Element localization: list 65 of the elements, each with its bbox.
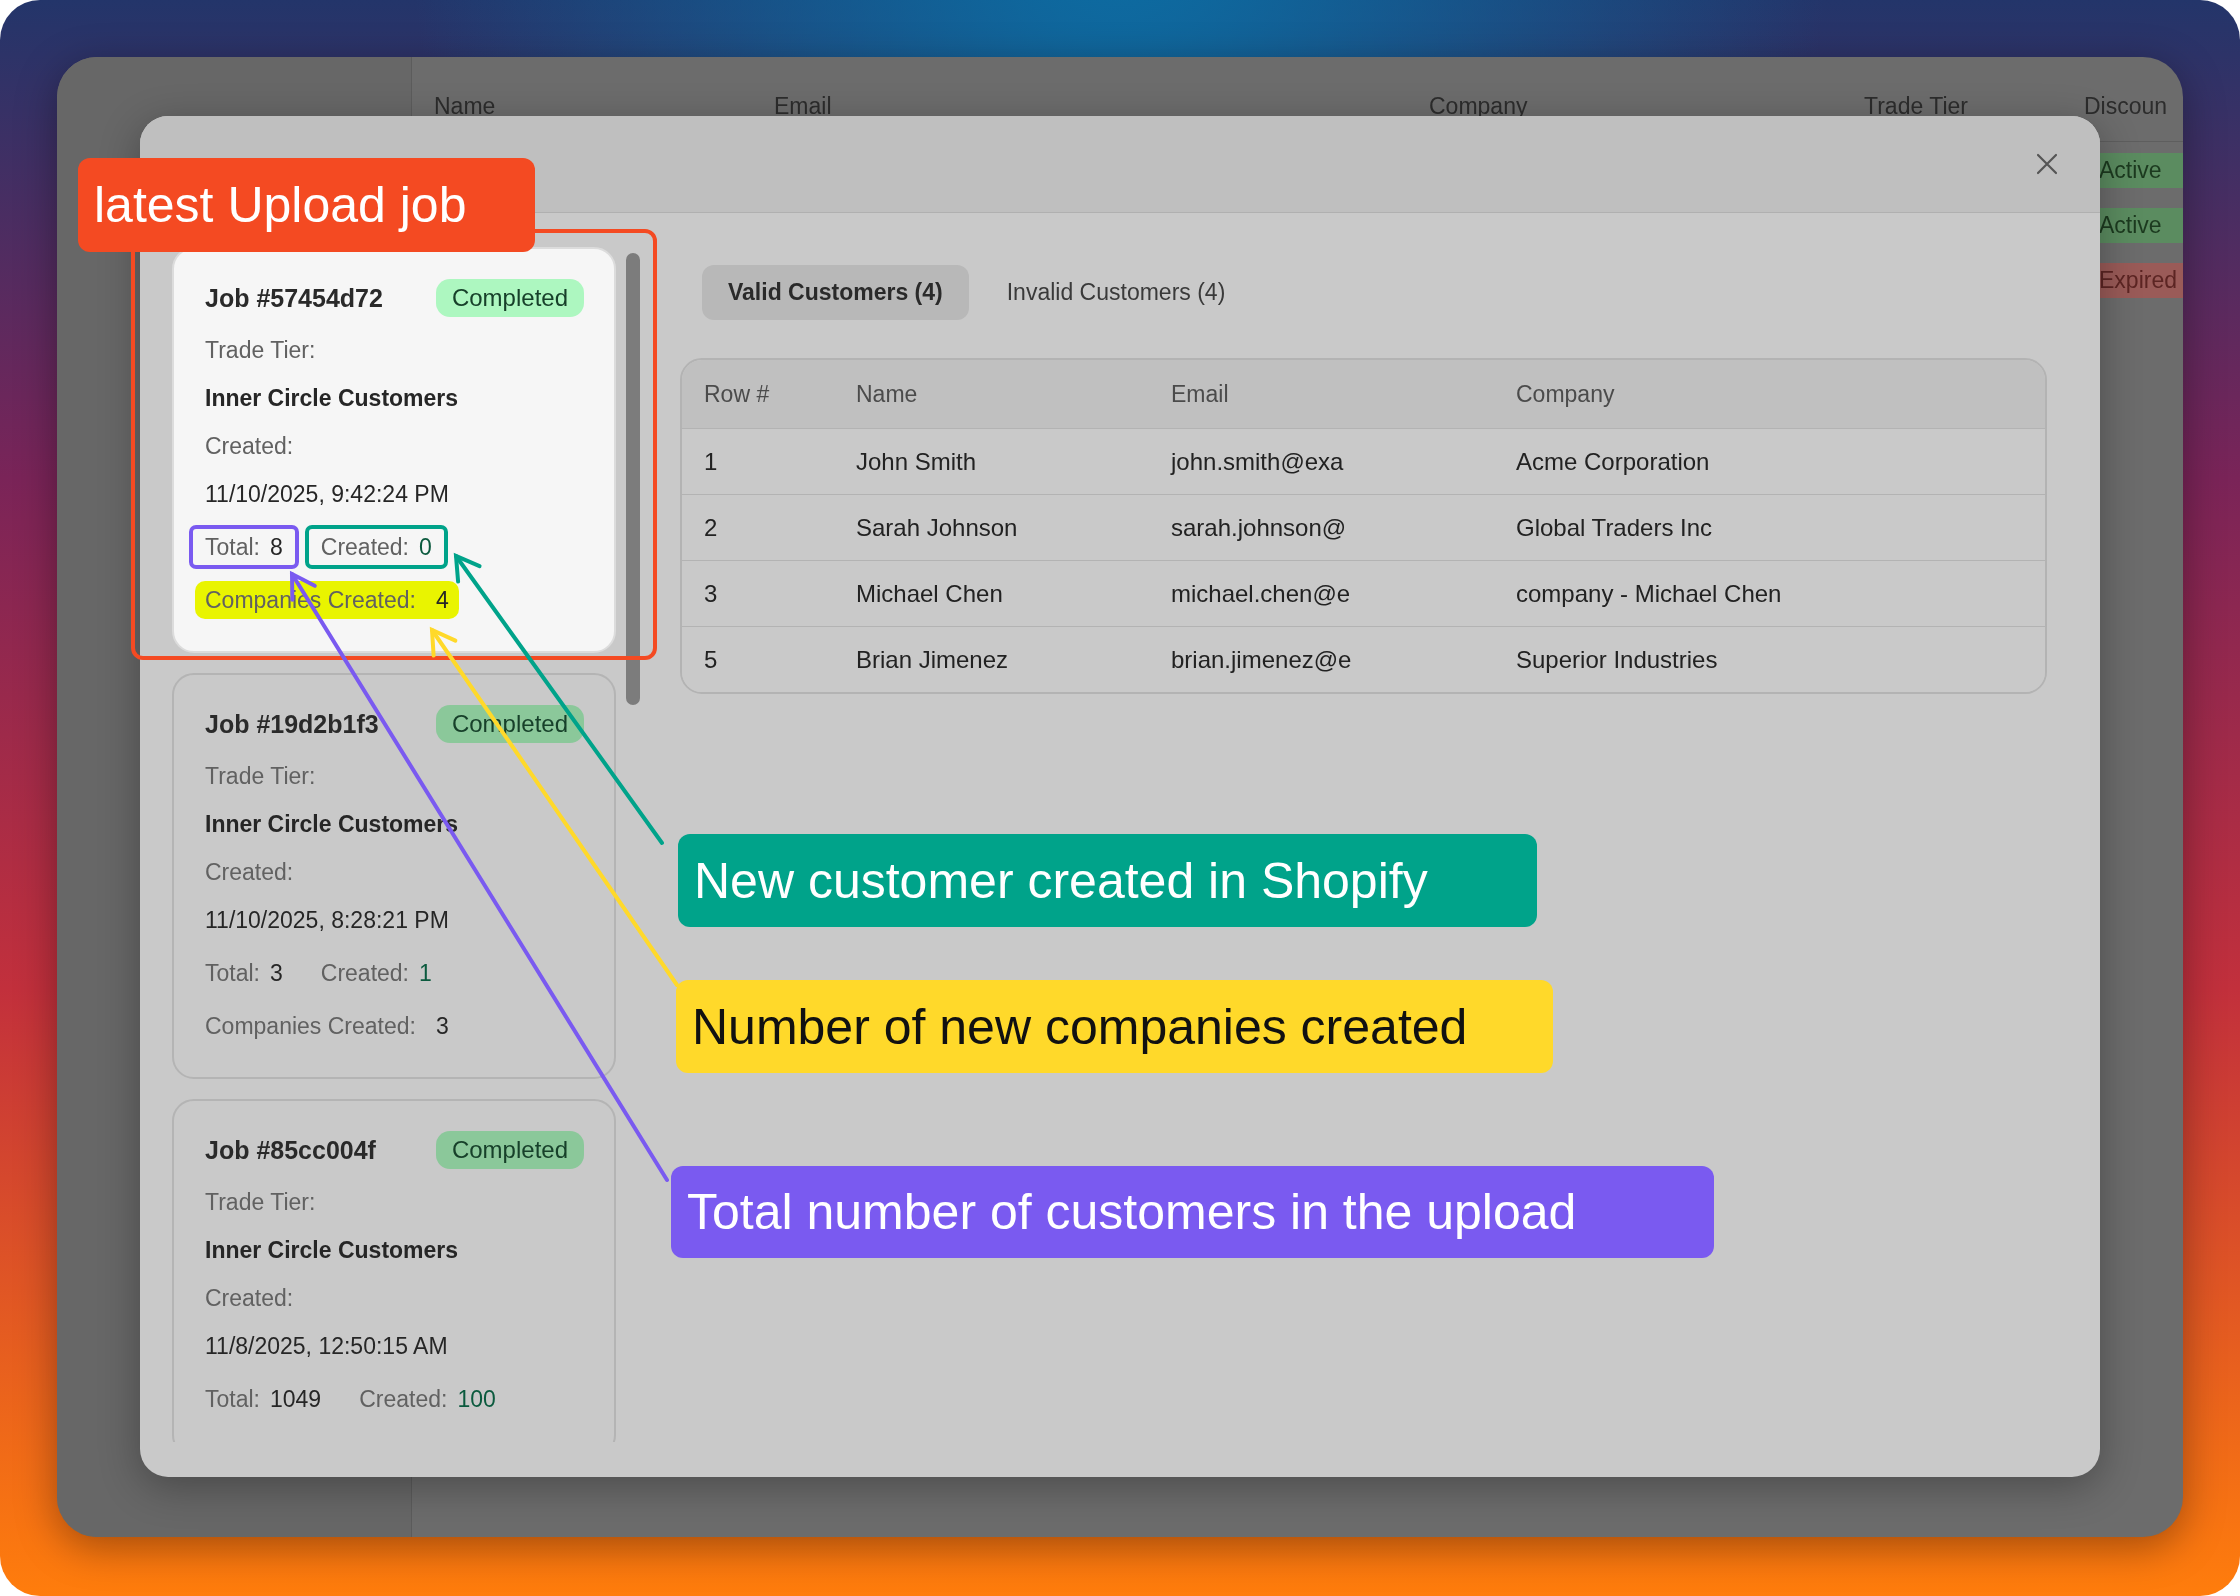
field-label: Trade Tier: — [205, 1188, 317, 1217]
job-title: Job #57454d72 — [205, 283, 383, 313]
column-header: Company — [1516, 380, 1616, 408]
column-header: Trade Tier — [1864, 93, 1969, 121]
job-card[interactable]: Job #85cc004f Completed Trade Tier: Inner Circle Customers Created: 11/8/2025, 12:50:15 AM Total: 1049 Created: 100 — [172, 1099, 616, 1442]
field-label: Created: — [320, 959, 409, 988]
annotation-label: latest Upload job — [78, 158, 535, 252]
companies-value: 3 — [435, 1012, 449, 1041]
table-cell-text: 2 — [704, 513, 719, 542]
table-cell-text: company - Michael Chen — [1516, 579, 1783, 608]
column-header: Company — [1429, 93, 1529, 121]
table-cell-text: 3 — [704, 579, 719, 608]
column-header: Discoun — [2084, 93, 2169, 121]
field-label: Total: — [205, 959, 260, 988]
field-label: Created: — [205, 858, 295, 887]
trade-tier-value: Inner Circle Customers — [205, 1236, 460, 1265]
date-value: 11/10/2025, 8:28:21 PM — [205, 906, 450, 935]
status-badge: Completed — [435, 1131, 584, 1169]
table-cell-text: Michael Chen — [856, 579, 1004, 608]
table-cell-text: Global Traders Inc — [1516, 513, 1714, 542]
annotation-label: Number of new companies created — [676, 980, 1553, 1073]
status-badge: Completed — [435, 279, 584, 317]
job-title: Job #19d2b1f3 — [205, 709, 379, 739]
total-value: 1049 — [270, 1385, 322, 1414]
table-cell-text: Sarah Johnson — [856, 513, 1019, 542]
date-value: 11/10/2025, 9:42:24 PM — [205, 480, 450, 509]
created-value: 100 — [457, 1385, 496, 1414]
field-label: Created: — [205, 432, 295, 461]
field-label: Total: — [205, 1385, 260, 1414]
date-value: 11/8/2025, 12:50:15 AM — [205, 1332, 449, 1361]
column-header: Email — [1171, 380, 1230, 408]
column-header: Name — [434, 93, 497, 121]
table-cell-text: Superior Industries — [1516, 645, 1719, 674]
tab[interactable]: Invalid Customers (4) — [980, 265, 1252, 320]
table-cell-text: sarah.johnson@ — [1171, 513, 1348, 542]
field-label: Created: — [320, 533, 409, 562]
tab[interactable]: Valid Customers (4) — [702, 265, 969, 320]
field-label: Companies Created: — [205, 1012, 416, 1041]
table-cell-text: john.smith@exa — [1171, 447, 1345, 476]
table-cell-text: brian.jimenez@e — [1171, 645, 1353, 674]
column-header: Row # — [704, 380, 771, 408]
created-value: 0 — [419, 533, 432, 562]
table-cell-text: John Smith — [856, 447, 978, 476]
table-cell-text: michael.chen@e — [1171, 579, 1352, 608]
column-header: Email — [774, 93, 833, 121]
field-label: Created: — [205, 1284, 295, 1313]
field-label: Total: — [205, 533, 260, 562]
field-label: Created: — [359, 1385, 448, 1414]
annotation-label: New customer created in Shopify — [678, 834, 1537, 927]
table-cell-text: Brian Jimenez — [856, 645, 1010, 674]
created-value: 1 — [419, 959, 432, 988]
scrollbar-thumb[interactable] — [626, 253, 640, 705]
table-cell-text: 1 — [704, 447, 719, 476]
table-cell-text: Acme Corporation — [1516, 447, 1711, 476]
annotation-label: Total number of customers in the upload — [671, 1166, 1714, 1258]
close-icon — [2035, 152, 2059, 176]
trade-tier-value: Inner Circle Customers — [205, 384, 460, 413]
field-label: Trade Tier: — [205, 762, 317, 791]
column-header: Name — [856, 380, 919, 408]
companies-value: 4 — [435, 586, 449, 615]
field-label: Trade Tier: — [205, 336, 317, 365]
total-value: 8 — [270, 533, 283, 562]
total-value: 3 — [270, 959, 283, 988]
job-title: Job #85cc004f — [205, 1135, 376, 1165]
table-cell-text: 5 — [704, 645, 719, 674]
